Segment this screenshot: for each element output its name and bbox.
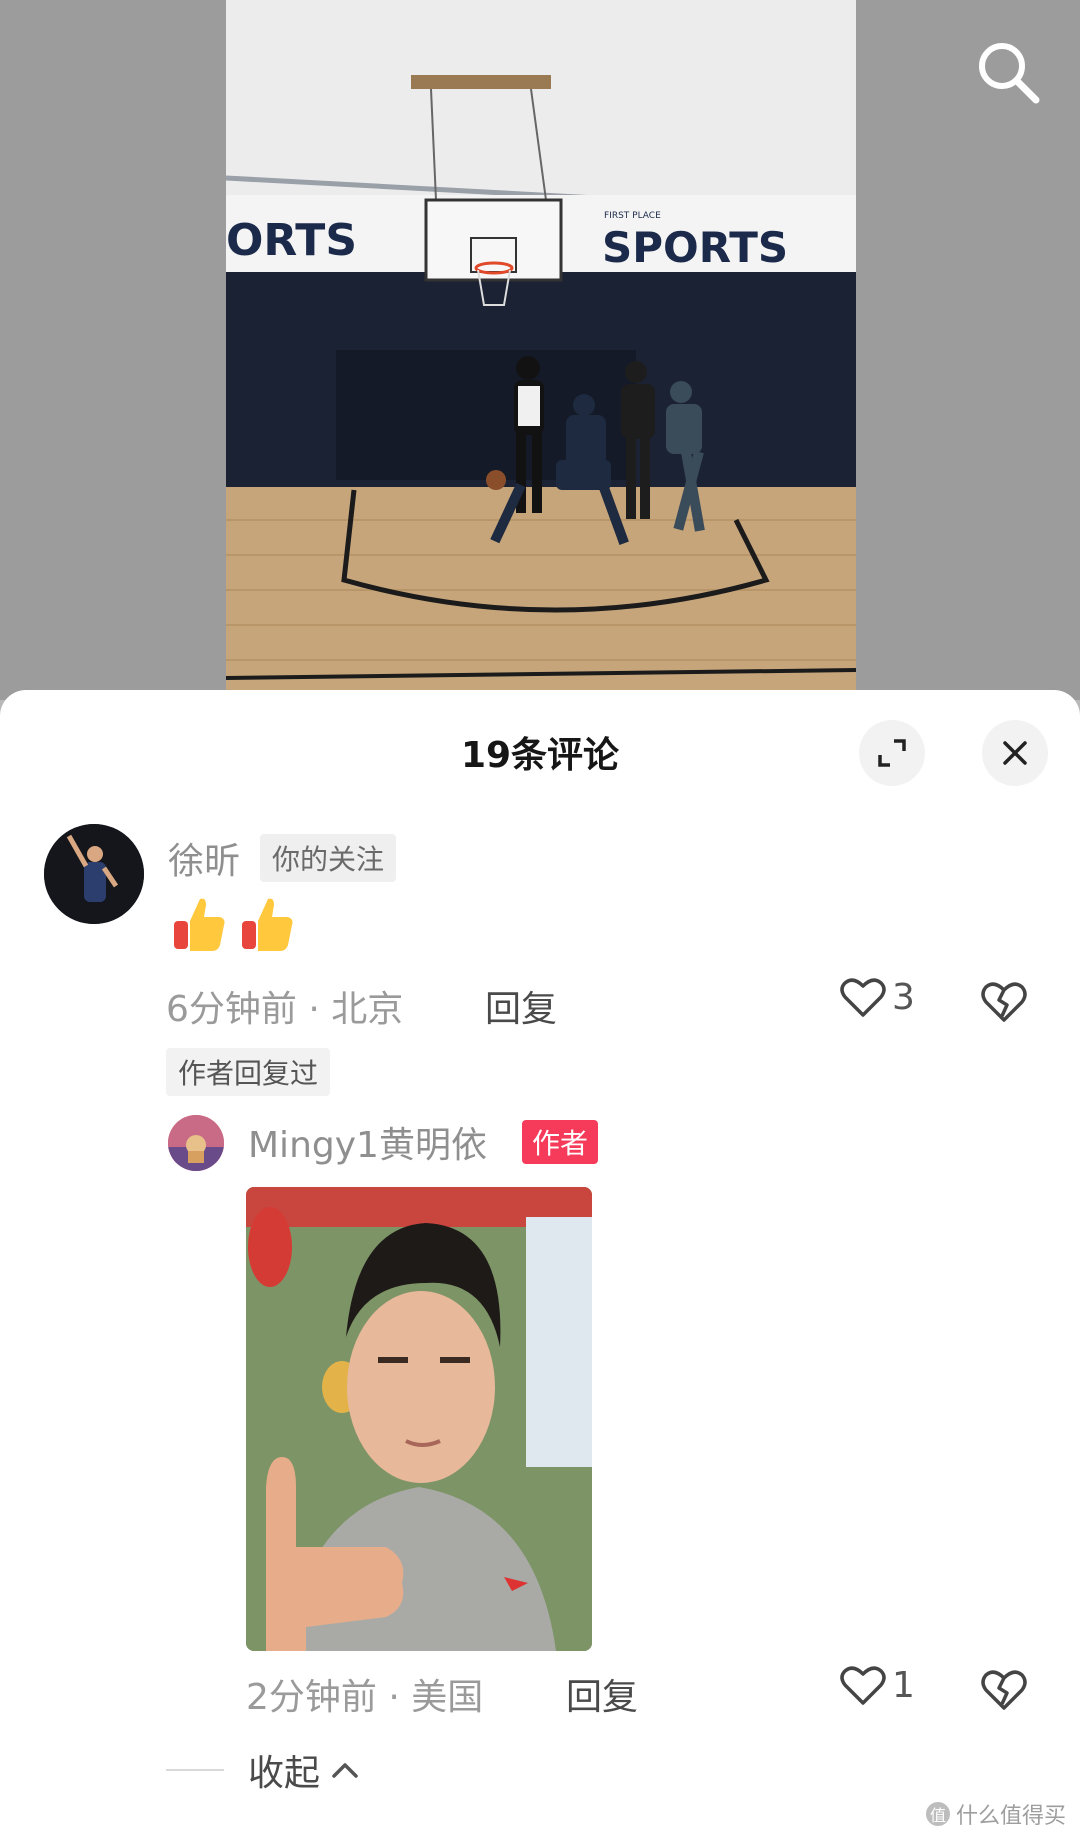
heart-icon xyxy=(840,978,886,1017)
search-icon xyxy=(979,43,1040,104)
close-icon xyxy=(1003,741,1027,765)
collapse-label: 收起 xyxy=(248,1753,321,1794)
basketball-court-scene: ORTS FIRST PLACE SPORTS xyxy=(226,0,856,690)
like-count: 3 xyxy=(892,976,915,1018)
follow-tag: 你的关注 xyxy=(260,834,397,882)
avatar-image xyxy=(44,824,144,924)
broken-heart-icon[interactable] xyxy=(980,1666,1028,1712)
thumbs-up-emoji xyxy=(242,898,293,951)
chevron-up-icon xyxy=(332,1763,358,1778)
video-player[interactable]: ORTS FIRST PLACE SPORTS xyxy=(226,0,856,690)
like-count: 1 xyxy=(892,1664,915,1706)
thumbs-up-emoji xyxy=(174,898,225,951)
reply-button[interactable]: 回复 xyxy=(485,980,557,1032)
avatar[interactable] xyxy=(44,824,144,924)
selfie-photo xyxy=(246,1187,592,1651)
divider xyxy=(166,1769,224,1771)
reply-meta: 2分钟前 · 美国 xyxy=(246,1677,484,1718)
watermark-badge: 值 xyxy=(925,1802,950,1826)
close-button[interactable] xyxy=(982,720,1048,786)
like-button[interactable]: 3 xyxy=(840,976,915,1018)
author-tag: 作者 xyxy=(522,1120,599,1164)
watermark-text: 什么值得买 xyxy=(955,1804,1066,1829)
watermark: 值 什么值得买 xyxy=(925,1798,1066,1830)
search-button[interactable] xyxy=(972,36,1044,108)
svg-text:FIRST PLACE: FIRST PLACE xyxy=(604,211,661,221)
collapse-replies-button[interactable]: 收起 xyxy=(166,1744,360,1796)
expand-icon xyxy=(878,739,906,767)
svg-text:SPORTS: SPORTS xyxy=(602,223,788,272)
heart-icon xyxy=(840,1666,886,1705)
comment-meta: 6分钟前 · 北京 xyxy=(166,989,404,1030)
reply-button[interactable]: 回复 xyxy=(566,1668,638,1720)
comment-sheet: 19条评论 徐昕 你的关注 6分钟前 · 北京 回复 3 作者回复过 Mingy… xyxy=(0,690,1080,1840)
broken-heart-icon[interactable] xyxy=(980,978,1028,1024)
comment-username[interactable]: 徐昕 xyxy=(168,832,240,884)
reply-avatar[interactable] xyxy=(168,1115,224,1171)
reply-image[interactable] xyxy=(246,1187,592,1651)
like-button[interactable]: 1 xyxy=(840,1664,915,1706)
author-replied-tag: 作者回复过 xyxy=(166,1048,331,1096)
avatar-image xyxy=(168,1115,224,1171)
expand-button[interactable] xyxy=(859,720,925,786)
svg-text:ORTS: ORTS xyxy=(226,215,357,266)
reply-username[interactable]: Mingy1黄明依 xyxy=(248,1116,487,1168)
